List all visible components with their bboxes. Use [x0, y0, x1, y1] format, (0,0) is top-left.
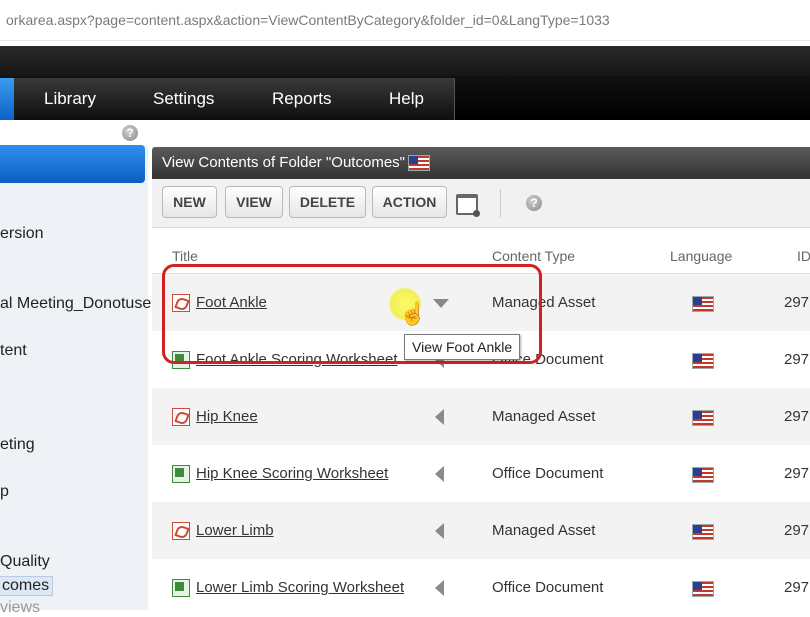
menu-library[interactable]: Library	[44, 78, 96, 120]
chevron-left-icon[interactable]	[435, 523, 444, 539]
content-title-link[interactable]: Lower Limb	[196, 522, 274, 539]
content-id: 297	[784, 294, 810, 311]
table-row[interactable]: Lower Limb Managed Asset 297	[152, 502, 810, 559]
toolbar-help-icon[interactable]: ?	[526, 195, 542, 211]
sidebar-item-version[interactable]: ersion	[0, 225, 44, 243]
content-id: 297	[784, 351, 810, 368]
content-id: 297	[784, 408, 810, 425]
sidebar-active-item[interactable]	[0, 145, 145, 183]
column-header-id[interactable]: ID	[797, 248, 810, 264]
spreadsheet-icon	[172, 579, 190, 597]
column-header-title[interactable]: Title	[172, 248, 198, 264]
sidebar-item-outcomes[interactable]: comes	[0, 576, 54, 596]
chevron-left-icon[interactable]	[435, 580, 444, 596]
content-title-link[interactable]: Hip Knee Scoring Worksheet	[196, 465, 388, 482]
sidebar-item-p[interactable]: p	[0, 483, 9, 501]
chevron-left-icon[interactable]	[435, 466, 444, 482]
action-button[interactable]: ACTION	[372, 186, 447, 218]
pdf-icon	[172, 408, 190, 426]
chevron-left-icon[interactable]	[435, 409, 444, 425]
sidebar-item-meeting[interactable]: al Meeting_Donotuse	[0, 295, 151, 313]
sidebar-item-reviews[interactable]: views	[0, 599, 40, 617]
nav-active-tab-edge[interactable]	[0, 78, 14, 120]
content-title-link[interactable]: Hip Knee	[196, 408, 258, 425]
delete-button[interactable]: DELETE	[289, 186, 366, 218]
help-icon[interactable]: ?	[122, 125, 138, 141]
table-row[interactable]: Lower Limb Scoring Worksheet Office Docu…	[152, 559, 810, 616]
us-flag-icon	[692, 353, 714, 369]
pdf-icon	[172, 522, 190, 540]
sidebar: ersion al Meeting_Donotuse tent eting p …	[0, 145, 151, 616]
menu-help[interactable]: Help	[389, 78, 424, 120]
us-flag-icon	[692, 467, 714, 483]
sidebar-item-content[interactable]: tent	[0, 342, 27, 360]
address-bar-url[interactable]: orkarea.aspx?page=content.aspx&action=Vi…	[6, 12, 610, 28]
sidebar-item-eting[interactable]: eting	[0, 436, 35, 454]
column-header-language[interactable]: Language	[670, 248, 732, 264]
column-header-content-type[interactable]: Content Type	[492, 248, 575, 264]
nav-top-strip	[0, 46, 810, 76]
content-type: Managed Asset	[492, 522, 596, 539]
content-id: 297	[784, 522, 810, 539]
menu-reports[interactable]: Reports	[272, 78, 332, 120]
menu-settings[interactable]: Settings	[153, 78, 214, 120]
sidebar-item-quality[interactable]: Quality	[0, 553, 50, 571]
window-settings-icon[interactable]	[456, 194, 480, 217]
content-id: 297	[784, 579, 810, 596]
address-bar[interactable]: orkarea.aspx?page=content.aspx&action=Vi…	[0, 0, 810, 41]
content-type: Office Document	[492, 579, 604, 596]
spreadsheet-icon	[172, 465, 190, 483]
content-toolbar: NEW VIEW DELETE ACTION ?	[152, 179, 810, 228]
content-title-link[interactable]: Lower Limb Scoring Worksheet	[196, 579, 404, 596]
view-button[interactable]: VIEW	[225, 186, 283, 218]
tooltip: View Foot Ankle	[404, 334, 521, 360]
us-flag-icon	[408, 155, 430, 171]
content-type: Managed Asset	[492, 408, 596, 425]
new-button[interactable]: NEW	[162, 186, 217, 218]
main-menu: Library Settings Reports Help	[14, 78, 455, 120]
table-row[interactable]: Hip Knee Scoring Worksheet Office Docume…	[152, 445, 810, 502]
top-navigation: Library Settings Reports Help	[0, 46, 810, 120]
us-flag-icon	[692, 296, 714, 312]
content-type: Office Document	[492, 465, 604, 482]
page-title: View Contents of Folder "Outcomes"	[162, 154, 405, 171]
table-row[interactable]: Hip Knee Managed Asset 297	[152, 388, 810, 445]
us-flag-icon	[692, 524, 714, 540]
content-id: 297	[784, 465, 810, 482]
hand-cursor-icon: ☝	[399, 301, 427, 326]
toolbar-divider	[500, 189, 501, 217]
us-flag-icon	[692, 581, 714, 597]
folder-panel-header: View Contents of Folder "Outcomes"	[152, 147, 810, 179]
us-flag-icon	[692, 410, 714, 426]
